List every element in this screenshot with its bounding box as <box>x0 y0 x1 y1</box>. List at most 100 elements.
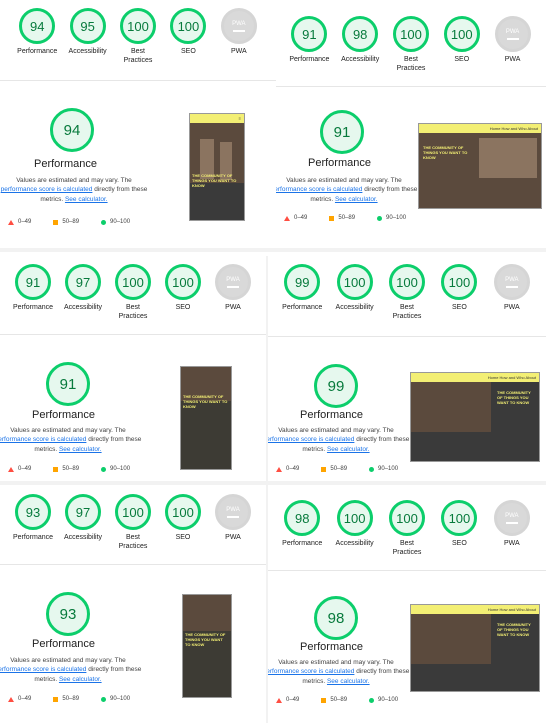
seo-gauge[interactable]: 100 SEO <box>158 494 208 552</box>
performance-label: Performance <box>12 534 54 541</box>
seo-score: 100 <box>441 500 478 536</box>
accessibility-score: 100 <box>336 500 373 536</box>
pwa-label: PWA <box>225 304 241 311</box>
performance-gauge[interactable]: 94 Performance <box>12 8 62 66</box>
best-practices-gauge[interactable]: 100 Best Practices <box>381 264 433 322</box>
seo-label: SEO <box>454 56 470 63</box>
perf-description: Values are estimated and may vary. The p… <box>276 176 418 204</box>
best-practices-gauge[interactable]: 100 Best Practices <box>381 500 433 558</box>
accessibility-score: 97 <box>65 494 101 530</box>
report-4: 99 Performance 100 Accessibility 100 Bes… <box>268 256 546 478</box>
pwa-gauge[interactable]: PWA PWA <box>486 500 538 558</box>
performance-gauge[interactable]: 93 Performance <box>8 494 58 552</box>
calculator-link[interactable]: See calculator. <box>327 446 370 453</box>
score-row: 91 Performance 98 Accessibility 100 Best… <box>276 16 546 74</box>
divider <box>0 80 276 81</box>
performance-gauge[interactable]: 91 Performance <box>8 264 58 322</box>
pwa-label: PWA <box>230 48 247 55</box>
seo-gauge[interactable]: 100 SEO <box>436 16 487 74</box>
perf-description: Values are estimated and may vary. The p… <box>0 177 148 203</box>
accessibility-gauge[interactable]: 100 Accessibility <box>328 264 380 322</box>
perf-score-link[interactable]: performance score is calculated <box>276 186 362 193</box>
performance-label: Performance <box>17 48 58 55</box>
score-legend: 0–49 50–89 90–100 <box>276 466 398 472</box>
perf-score-link[interactable]: performance score is calculated <box>1 186 93 193</box>
best-practices-gauge[interactable]: 100 Best Practices <box>113 8 163 66</box>
performance-gauge[interactable]: 99 Performance <box>276 264 328 322</box>
average-icon <box>321 466 327 472</box>
calculator-link[interactable]: See calculator. <box>59 676 102 683</box>
performance-gauge[interactable]: 98 Performance <box>276 500 328 558</box>
pwa-label: PWA <box>225 534 241 541</box>
pwa-gauge[interactable]: PWA PWA <box>208 264 258 322</box>
performance-score: 93 <box>15 494 51 530</box>
perf-score-large: 94 <box>50 108 94 152</box>
performance-score: 98 <box>284 500 321 536</box>
score-legend: 0–49 50–89 90–100 <box>8 696 130 702</box>
performance-score: 94 <box>19 8 56 44</box>
pwa-label: PWA <box>504 56 521 63</box>
perf-score-large: 99 <box>314 364 358 408</box>
accessibility-gauge[interactable]: 95 Accessibility <box>62 8 112 66</box>
fail-icon <box>276 697 282 703</box>
seo-gauge[interactable]: 100 SEO <box>163 8 213 66</box>
performance-label: Performance <box>282 540 323 547</box>
accessibility-gauge[interactable]: 97 Accessibility <box>58 494 108 552</box>
seo-gauge[interactable]: 100 SEO <box>158 264 208 322</box>
average-icon <box>53 219 59 225</box>
score-legend: 0–49 50–89 90–100 <box>8 219 130 225</box>
calculator-link[interactable]: See calculator. <box>65 196 108 203</box>
score-row: 94 Performance 95 Accessibility 100 Best… <box>0 8 276 66</box>
pwa-gauge[interactable]: PWA PWA <box>487 16 538 74</box>
best-practices-gauge[interactable]: 100 Best Practices <box>108 264 158 322</box>
fail-icon <box>8 219 14 225</box>
perf-score-large: 98 <box>314 596 358 640</box>
perf-score-link[interactable]: performance score is calculated <box>0 436 86 443</box>
pwa-icon: PWA <box>215 494 251 530</box>
pwa-gauge[interactable]: PWA PWA <box>214 8 264 66</box>
perf-title: Performance <box>300 409 363 421</box>
report-6: 98 Performance 100 Accessibility 100 Bes… <box>268 486 546 723</box>
accessibility-gauge[interactable]: 98 Accessibility <box>335 16 386 74</box>
seo-gauge[interactable]: 100 SEO <box>433 264 485 322</box>
perf-description: Values are estimated and may vary. The p… <box>268 658 410 686</box>
perf-description: Values are estimated and may vary. The p… <box>0 656 142 684</box>
pwa-gauge[interactable]: PWA PWA <box>486 264 538 322</box>
pwa-gauge[interactable]: PWA PWA <box>208 494 258 552</box>
accessibility-gauge[interactable]: 100 Accessibility <box>328 500 380 558</box>
calculator-link[interactable]: See calculator. <box>335 196 378 203</box>
accessibility-label: Accessibility <box>68 48 107 55</box>
performance-gauge[interactable]: 91 Performance <box>284 16 335 74</box>
screenshot-thumbnail: THE COMMUNITY OF THINGS YOU WANT TO KNOW <box>180 366 232 470</box>
best-practices-score: 100 <box>115 494 151 530</box>
pass-icon <box>101 696 107 702</box>
seo-label: SEO <box>175 534 191 541</box>
seo-score: 100 <box>170 8 207 44</box>
score-legend: 0–49 50–89 90–100 <box>8 466 130 472</box>
best-practices-gauge[interactable]: 100 Best Practices <box>386 16 437 74</box>
score-legend: 0–49 50–89 90–100 <box>284 215 406 221</box>
best-practices-gauge[interactable]: 100 Best Practices <box>108 494 158 552</box>
accessibility-label: Accessibility <box>63 304 103 311</box>
best-practices-score: 100 <box>389 264 426 300</box>
calculator-link[interactable]: See calculator. <box>327 678 370 685</box>
perf-score-large: 93 <box>46 592 90 636</box>
accessibility-gauge[interactable]: 97 Accessibility <box>58 264 108 322</box>
seo-gauge[interactable]: 100 SEO <box>433 500 485 558</box>
perf-score-link[interactable]: performance score is calculated <box>268 436 354 443</box>
best-practices-label: Best Practices <box>396 56 426 72</box>
section-separator <box>0 481 546 485</box>
best-practices-label: Best Practices <box>392 540 422 556</box>
accessibility-label: Accessibility <box>335 304 374 311</box>
average-icon <box>321 697 327 703</box>
perf-score-link[interactable]: performance score is calculated <box>268 668 354 675</box>
pass-icon <box>101 466 107 472</box>
seo-score: 100 <box>165 494 201 530</box>
perf-score-link[interactable]: performance score is calculated <box>0 666 86 673</box>
column-separator <box>266 256 268 723</box>
accessibility-score: 97 <box>65 264 101 300</box>
seo-score: 100 <box>165 264 201 300</box>
calculator-link[interactable]: See calculator. <box>59 446 102 453</box>
best-practices-label: Best Practices <box>392 304 422 320</box>
perf-title: Performance <box>34 158 97 170</box>
